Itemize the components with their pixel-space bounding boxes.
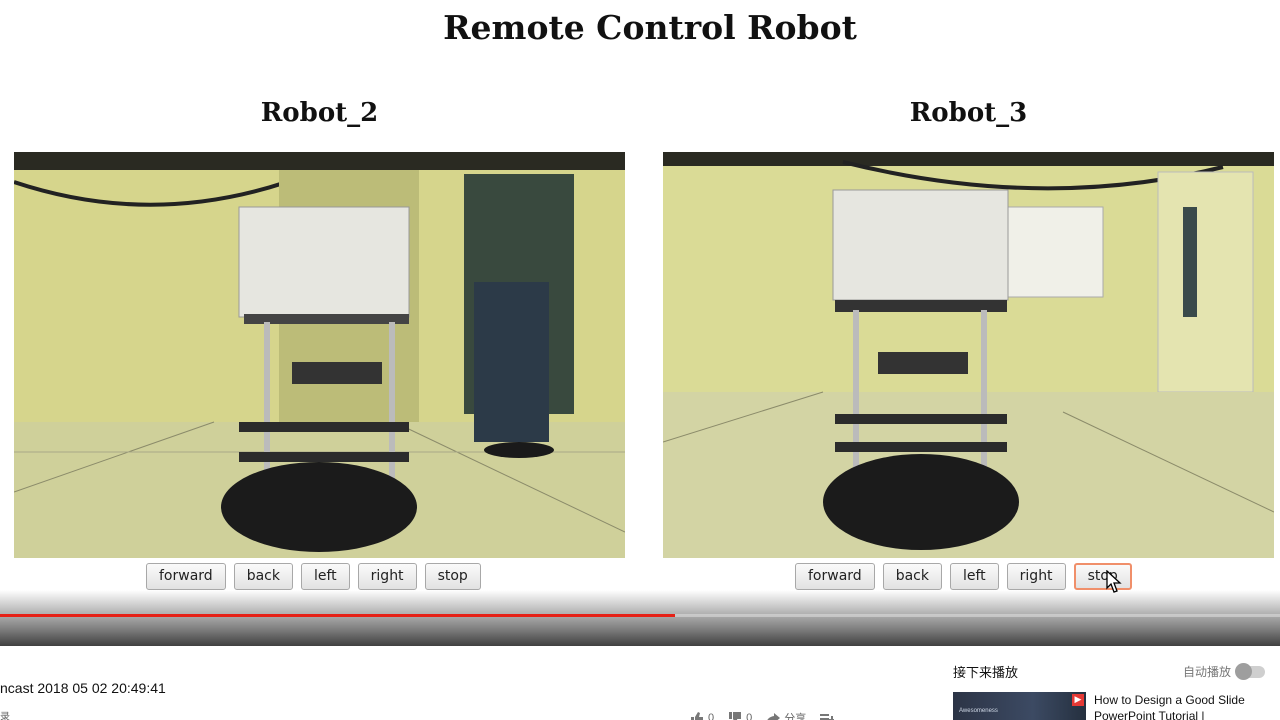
robot-3-forward-button[interactable]: forward [795, 563, 875, 590]
robot-3-controls: forward back left right stop [795, 563, 1132, 591]
like-button[interactable]: 0 [690, 710, 714, 720]
robot-3-right-button[interactable]: right [1006, 563, 1066, 590]
thumbnail-text: Awesomeness [959, 708, 998, 714]
add-to-playlist-icon [820, 714, 835, 720]
robot-3-title: Robot_3 [909, 98, 1028, 128]
robot-2-back-button[interactable]: back [233, 563, 293, 590]
dislike-button[interactable]: 0 [728, 710, 752, 720]
robot-2-camera-feed [14, 152, 625, 558]
video-progress-bar[interactable] [0, 614, 1280, 617]
robot-3-camera-feed [663, 152, 1274, 558]
like-count: 0 [708, 712, 715, 720]
recommended-video-thumbnail[interactable]: Awesomeness ▶ [953, 692, 1086, 720]
thumbs-down-icon [729, 712, 742, 720]
video-controls-overlay [0, 590, 1280, 646]
robot-3-stop-button[interactable]: stop [1073, 563, 1132, 590]
video-progress-played [0, 614, 675, 617]
video-player[interactable]: Remote Control Robot Robot_2 forward bac… [0, 0, 1280, 646]
robot-2-stop-button[interactable]: stop [424, 563, 481, 590]
autoplay-toggle[interactable] [1235, 662, 1266, 680]
robot-2-right-button[interactable]: right [357, 563, 417, 590]
add-to-playlist-button[interactable] [820, 710, 835, 720]
recommended-video-title[interactable]: How to Design a Good Slide PowerPoint Tu… [1094, 692, 1274, 720]
page: Remote Control Robot Robot_2 forward bac… [0, 0, 1280, 720]
video-meta-sub: 录 [0, 712, 10, 720]
robot-3-back-button[interactable]: back [882, 563, 942, 590]
up-next-heading: 接下来播放 [953, 665, 1019, 680]
robot-2-forward-button[interactable]: forward [146, 563, 226, 590]
thumbs-up-icon [691, 712, 703, 720]
autoplay-label: 自动播放 [1183, 665, 1232, 679]
autoplay-toggle-knob [1235, 662, 1253, 680]
share-button[interactable]: 分享 [766, 710, 806, 720]
mouse-cursor-icon [1106, 570, 1122, 593]
share-icon [767, 713, 781, 720]
robot-2-controls: forward back left right stop [146, 563, 481, 591]
share-label: 分享 [784, 713, 807, 720]
video-date-title: ncast 2018 05 02 20:49:41 [0, 680, 166, 696]
playlist-badge-icon: ▶ [1072, 694, 1084, 706]
robot-2-title: Robot_2 [260, 98, 379, 128]
robot-3-left-button[interactable]: left [949, 563, 999, 590]
autoplay-control[interactable]: 自动播放 [1183, 662, 1266, 680]
page-title: Remote Control Robot [443, 8, 857, 47]
dislike-count: 0 [746, 712, 753, 720]
video-actions: 0 0 分享 [690, 710, 835, 720]
robot-2-left-button[interactable]: left [300, 563, 350, 590]
